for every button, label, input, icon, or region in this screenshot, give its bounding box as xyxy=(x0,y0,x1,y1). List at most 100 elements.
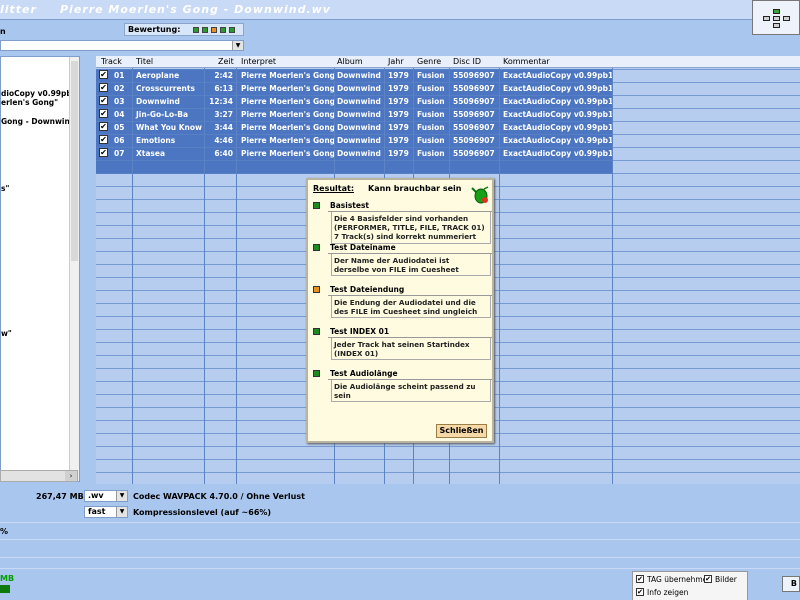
progress-percent: % xyxy=(0,527,9,536)
cell-album: Downwind xyxy=(337,123,381,132)
rating-label: Bewertung: xyxy=(128,25,181,34)
tree-line: dioCopy v0.99pb1 xyxy=(1,89,77,98)
rating-dot-3[interactable] xyxy=(211,27,217,33)
table-row[interactable]: ✔ 07 Xtasea 6:40 Pierre Moerlen's Gong Downwi… xyxy=(96,147,800,160)
mb-indicator: MB xyxy=(0,574,15,583)
rating-dot-4[interactable] xyxy=(220,27,226,33)
table-row[interactable]: ✔ 02 Crosscurrents 6:13 Pierre Moerlen's Gon… xyxy=(96,82,800,95)
codec-info: Codec WAVPACK 4.70.0 / Ohne Verlust xyxy=(133,492,305,501)
chevron-right-icon[interactable]: › xyxy=(65,471,77,481)
tag-checkbox[interactable]: ✔ xyxy=(636,575,644,583)
column-header-time[interactable]: Zeit xyxy=(218,57,234,66)
table-row[interactable]: ✔ 06 Emotions 4:46 Pierre Moerlen's Gong Down… xyxy=(96,134,800,147)
cell-discid: 55096907 xyxy=(453,136,495,145)
tree-line: s" xyxy=(1,184,10,193)
cell-time: 12:34 xyxy=(209,97,233,106)
column-divider[interactable] xyxy=(236,68,237,484)
table-row[interactable]: ✔ 04 Jin-Go-Lo-Ba 3:27 Pierre Moerlen's Gong… xyxy=(96,108,800,121)
bug-icon xyxy=(471,186,489,204)
cell-time: 3:44 xyxy=(214,123,233,132)
compression-info: Kompressionslevel (auf ~66%) xyxy=(133,508,272,517)
speed-select[interactable]: fast ▼ xyxy=(84,506,128,518)
right-action-button[interactable]: B xyxy=(782,576,800,592)
column-header-discid[interactable]: Disc ID xyxy=(453,57,481,66)
column-header-year[interactable]: Jahr xyxy=(388,57,404,66)
column-header-comment[interactable]: Kommentar xyxy=(503,57,550,66)
cell-genre: Fusion xyxy=(417,71,445,80)
column-header-title[interactable]: Titel xyxy=(136,57,153,66)
cell-track: 01 xyxy=(114,71,125,80)
cell-time: 2:42 xyxy=(214,71,233,80)
tag-label: TAG übernehmen xyxy=(647,575,713,584)
cell-genre: Fusion xyxy=(417,84,445,93)
grid-row-line xyxy=(96,134,800,135)
column-header-track[interactable]: Track xyxy=(101,57,122,66)
row-checkbox[interactable]: ✔ xyxy=(99,70,108,79)
grid-row-line xyxy=(96,95,800,96)
tree-horizontal-scrollbar[interactable]: › xyxy=(0,470,78,482)
row-checkbox[interactable]: ✔ xyxy=(99,83,108,92)
cell-genre: Fusion xyxy=(417,149,445,158)
status-dot-icon xyxy=(313,286,320,293)
column-header-artist[interactable]: Interpret xyxy=(241,57,276,66)
cell-track: 04 xyxy=(114,110,125,119)
info-checkbox[interactable]: ✔ xyxy=(636,588,644,596)
row-checkbox[interactable]: ✔ xyxy=(99,148,108,157)
cell-track: 07 xyxy=(114,149,125,158)
row-checkbox[interactable]: ✔ xyxy=(99,122,108,131)
cell-title: Emotions xyxy=(136,136,176,145)
column-divider[interactable] xyxy=(499,68,500,484)
cell-genre: Fusion xyxy=(417,136,445,145)
cell-time: 4:46 xyxy=(214,136,233,145)
info-label: Info zeigen xyxy=(647,588,689,597)
table-row[interactable]: ✔ 05 What You Know 3:44 Pierre Moerlen's Gon… xyxy=(96,121,800,134)
cell-comment: ExactAudioCopy v0.99pb1 xyxy=(503,97,614,106)
cell-album: Downwind xyxy=(337,97,381,106)
images-label: Bilder xyxy=(715,575,737,584)
title-bar: litter Pierre Moerlen's Gong - Downwind.… xyxy=(0,0,800,20)
cell-comment: ExactAudioCopy v0.99pb1 xyxy=(503,84,614,93)
column-header-genre[interactable]: Genre xyxy=(417,57,441,66)
grid-row-line xyxy=(96,173,800,174)
section-title: Test Audiolänge xyxy=(330,369,398,378)
scroll-thumb[interactable] xyxy=(71,61,78,261)
column-divider[interactable] xyxy=(204,68,205,484)
tree-panel[interactable]: dioCopy v0.99pb1 erlen's Gong" Gong - Do… xyxy=(0,56,80,482)
source-dropdown[interactable]: ▼ xyxy=(0,40,244,51)
table-row[interactable]: ✔ 01 Aeroplane 2:42 Pierre Moerlen's Gong Dow… xyxy=(96,69,800,82)
cell-album: Downwind xyxy=(337,136,381,145)
tree-line: w" xyxy=(1,329,12,338)
cell-comment: ExactAudioCopy v0.99pb1 xyxy=(503,110,614,119)
cell-comment: ExactAudioCopy v0.99pb1 xyxy=(503,149,614,158)
cell-year: 1979 xyxy=(388,97,409,106)
rating-dot-2[interactable] xyxy=(202,27,208,33)
row-checkbox[interactable]: ✔ xyxy=(99,135,108,144)
cell-discid: 55096907 xyxy=(453,71,495,80)
column-divider[interactable] xyxy=(612,68,613,484)
cell-album: Downwind xyxy=(337,71,381,80)
view-toggle-button[interactable] xyxy=(752,0,800,35)
table-row[interactable]: ✔ 03 Downwind 12:34 Pierre Moerlen's Gong Dow… xyxy=(96,95,800,108)
cell-track: 03 xyxy=(114,97,125,106)
divider xyxy=(0,557,800,558)
column-header-album[interactable]: Album xyxy=(337,57,363,66)
row-checkbox[interactable]: ✔ xyxy=(99,96,108,105)
close-button[interactable]: Schließen xyxy=(436,424,487,438)
images-checkbox[interactable]: ✔ xyxy=(704,575,712,583)
row-checkbox[interactable]: ✔ xyxy=(99,109,108,118)
window-title: Pierre Moerlen's Gong - Downwind.wv xyxy=(60,3,331,16)
section-title: Test Dateiname xyxy=(330,243,396,252)
section-title: Test INDEX 01 xyxy=(330,327,390,336)
cell-title: Downwind xyxy=(136,97,180,106)
rating-dot-5[interactable] xyxy=(229,27,235,33)
rating-dot-1[interactable] xyxy=(193,27,199,33)
column-divider[interactable] xyxy=(132,68,133,484)
grid-row-line xyxy=(96,82,800,83)
grid-row-line xyxy=(96,69,800,70)
app-name: litter xyxy=(0,3,37,16)
section-text: Der Name der Audiodatei ist derselbe von… xyxy=(331,254,491,276)
section-text: Die 4 Basisfelder sind vorhanden (PERFOR… xyxy=(331,212,491,244)
chevron-down-icon: ▼ xyxy=(116,491,127,501)
format-select[interactable]: .wv ▼ xyxy=(84,490,128,502)
tree-scrollbar[interactable] xyxy=(69,57,79,481)
